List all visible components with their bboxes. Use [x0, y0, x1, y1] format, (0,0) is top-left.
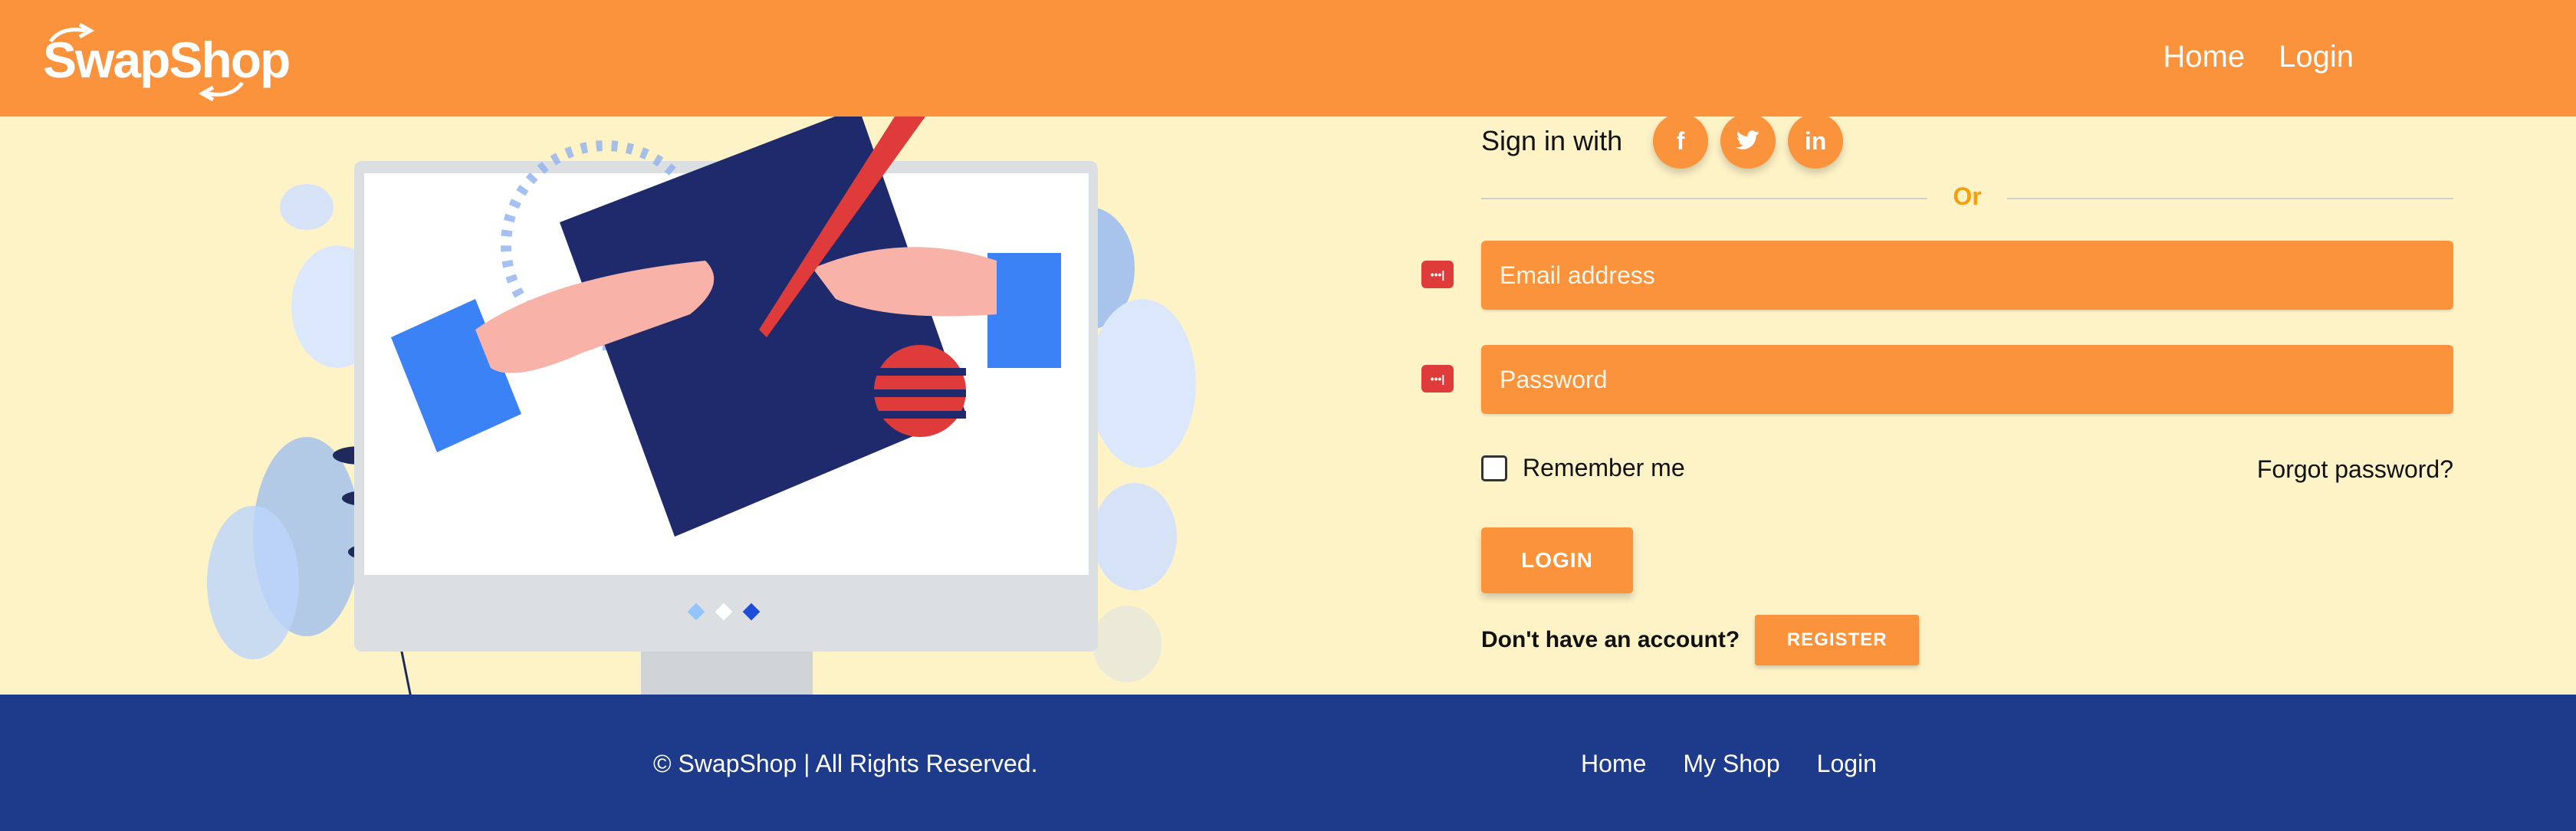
or-divider: Or: [1481, 182, 2453, 213]
password-manager-icon[interactable]: •••|: [1421, 365, 1454, 393]
sign-in-label: Sign in with: [1481, 125, 1623, 156]
blue-card: [987, 253, 1061, 368]
stripe: [874, 411, 966, 419]
social-sign-in-row: Sign in with f in: [1481, 113, 1844, 169]
footer-login-link[interactable]: Login: [1817, 750, 1877, 778]
linkedin-button[interactable]: in: [1788, 113, 1844, 169]
register-row: Don't have an account? REGISTER: [1481, 615, 1920, 665]
blob-shape: [1092, 606, 1162, 682]
nav-home-link[interactable]: Home: [2163, 40, 2245, 74]
leaf-shape: [1089, 299, 1196, 468]
footer-my-shop-link[interactable]: My Shop: [1683, 750, 1779, 778]
footer-nav: Home My Shop Login: [1581, 750, 1914, 778]
remember-me-row: Remember me: [1481, 454, 1685, 482]
blob-shape: [280, 184, 334, 230]
divider-line-left: [1481, 198, 1927, 199]
facebook-icon: f: [1676, 126, 1685, 155]
logo-arrow-back-icon: [198, 81, 245, 101]
divider-line-right: [2007, 198, 2453, 199]
computer-drawing-illustration: [207, 107, 1196, 727]
copyright-text: © SwapShop | All Rights Reserved.: [653, 750, 1038, 777]
login-section: Sign in with f in Or •••| •••|: [0, 107, 2576, 727]
linkedin-icon: in: [1804, 126, 1827, 155]
remember-me-checkbox[interactable]: [1481, 455, 1507, 481]
leaf-shape: [207, 506, 299, 659]
facebook-button[interactable]: f: [1653, 113, 1709, 169]
footer-home-link[interactable]: Home: [1581, 750, 1646, 778]
forgot-password-link[interactable]: Forgot password?: [2257, 455, 2453, 484]
swapshop-logo[interactable]: SwapShop: [43, 23, 291, 101]
footer: © SwapShop | All Rights Reserved. Home M…: [0, 695, 2576, 831]
twitter-button[interactable]: [1720, 113, 1776, 169]
stripe: [874, 389, 966, 397]
password-input[interactable]: [1481, 345, 2453, 414]
leaf-shape: [1092, 483, 1177, 590]
header-nav: Home Login: [2129, 40, 2354, 74]
register-button[interactable]: REGISTER: [1755, 615, 1920, 665]
or-text: Or: [1953, 182, 1982, 210]
email-input[interactable]: [1481, 241, 2453, 310]
password-manager-icon[interactable]: •••|: [1421, 261, 1454, 288]
top-navbar: SwapShop Home Login: [0, 0, 2576, 117]
nav-login-link[interactable]: Login: [2279, 40, 2354, 74]
account-prompt: Don't have an account?: [1481, 627, 1740, 652]
twitter-icon: [1736, 130, 1760, 149]
logo-text: SwapShop: [43, 31, 291, 88]
login-button[interactable]: LOGIN: [1481, 527, 1633, 593]
stripe: [874, 368, 966, 376]
remember-me-label[interactable]: Remember me: [1523, 454, 1685, 482]
